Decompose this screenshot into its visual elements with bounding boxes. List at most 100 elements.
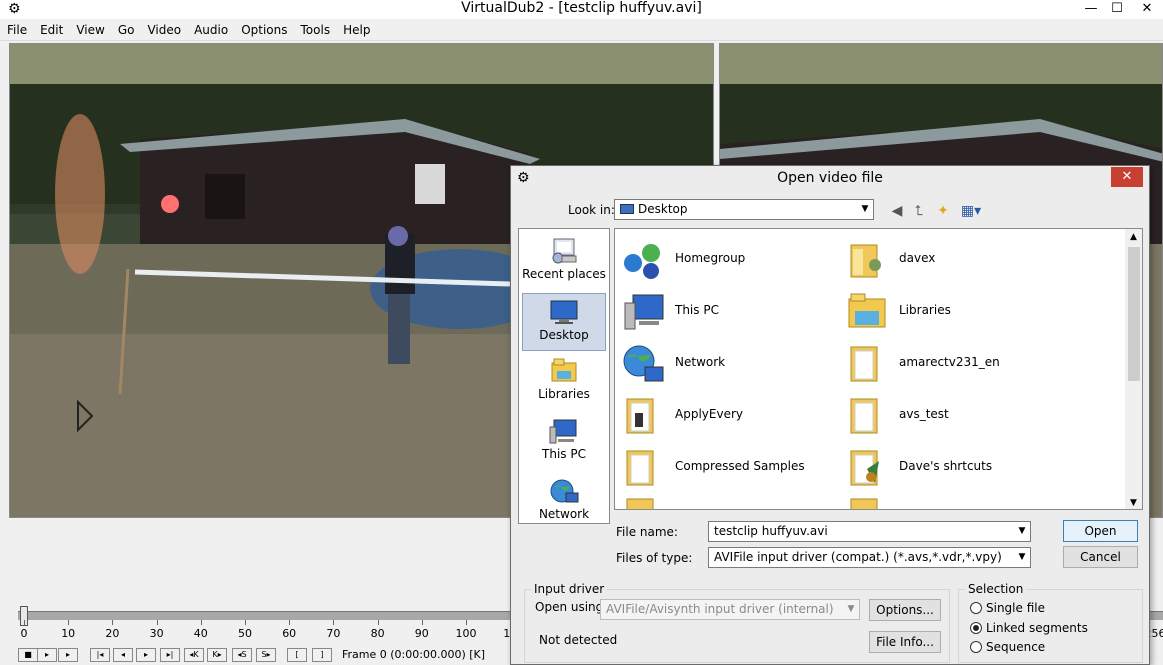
file-info-button[interactable]: File Info... <box>869 631 941 653</box>
place-recent-places[interactable]: Recent places <box>522 233 606 291</box>
place-libraries[interactable]: Libraries <box>522 353 606 411</box>
menu-options[interactable]: Options <box>234 20 293 37</box>
open-using-label: Open using: <box>535 600 607 614</box>
list-item-this-pc[interactable]: This PC <box>617 287 837 333</box>
file-name: Homegroup <box>675 251 745 265</box>
list-item-network[interactable]: Network <box>617 339 837 385</box>
list-item-davex[interactable]: davex <box>841 235 1061 281</box>
cancel-button[interactable]: Cancel <box>1063 546 1138 568</box>
open-button[interactable]: Open <box>1063 520 1138 542</box>
options-button[interactable]: Options... <box>869 599 941 621</box>
scroll-down-icon[interactable]: ▼ <box>1125 495 1142 510</box>
timeline-tick-label: 60 <box>282 627 296 640</box>
file-name: Network <box>675 355 725 369</box>
file-list[interactable]: Homegroup davex This PC Libraries Networ… <box>614 228 1143 510</box>
chevron-down-icon: ▼ <box>857 200 873 219</box>
radio-single-file[interactable]: Single file <box>970 601 1045 615</box>
list-item-libraries[interactable]: Libraries <box>841 287 1061 333</box>
open-using-select[interactable]: AVIFile/Avisynth input driver (internal)… <box>600 599 860 620</box>
place-network[interactable]: Network <box>522 473 606 531</box>
timeline-tick-label: 100 <box>456 627 477 640</box>
file-list-scrollbar[interactable]: ▲ ▼ <box>1125 229 1142 510</box>
file-name-value: testclip huffyuv.avi <box>714 524 828 538</box>
dialog-title: Open video file <box>777 170 883 186</box>
homegroup-icon <box>621 239 665 279</box>
place-label: Libraries <box>538 387 590 401</box>
minimize-button[interactable]: — <box>1078 0 1104 19</box>
input-driver-title: Input driver <box>531 582 607 596</box>
places-bar: Recent places Desktop Libraries This PC … <box>518 228 610 524</box>
radio-sequence[interactable]: Sequence <box>970 640 1045 654</box>
list-item-amarectv231-en[interactable]: amarectv231_en <box>841 339 1061 385</box>
list-item-applyevery[interactable]: ApplyEvery <box>617 391 837 437</box>
timeline-tick-label: 90 <box>415 627 429 640</box>
timeline-tick-mark <box>68 620 69 625</box>
look-in-value: Desktop <box>638 202 688 216</box>
list-item-compressed-samples[interactable]: Compressed Samples <box>617 443 837 489</box>
close-button[interactable]: ✕ <box>1134 0 1160 19</box>
network-icon <box>621 343 665 383</box>
menu-help[interactable]: Help <box>336 20 376 37</box>
files-of-type-select[interactable]: AVIFile input driver (compat.) (*.avs,*.… <box>708 547 1031 568</box>
timeline-tick-mark <box>245 620 246 625</box>
folder-icon <box>621 497 665 510</box>
menu-edit[interactable]: Edit <box>33 20 69 37</box>
dialog-close-button[interactable]: ✕ <box>1111 167 1143 187</box>
menu-file[interactable]: File <box>0 20 33 37</box>
timeline-tick-label: 80 <box>371 627 385 640</box>
window-title: VirtualDub2 - [testclip huffyuv.avi] <box>461 0 702 16</box>
list-item-daves-shrtcuts[interactable]: Dave's shrtcuts <box>841 443 1061 489</box>
files-of-type-value: AVIFile input driver (compat.) (*.avs,*.… <box>714 550 1002 564</box>
new-folder-icon[interactable]: ✦ <box>933 202 953 220</box>
files-of-type-label: Files of type: <box>616 551 692 565</box>
title-bar: ⚙ VirtualDub2 - [testclip huffyuv.avi] —… <box>0 0 1163 19</box>
menu-go[interactable]: Go <box>111 20 141 37</box>
back-icon[interactable]: ◀ <box>887 202 907 220</box>
file-name: davex <box>899 251 935 265</box>
place-label: This PC <box>542 447 586 461</box>
list-item-avs-test[interactable]: avs_test <box>841 391 1061 437</box>
file-name-input[interactable]: testclip huffyuv.avi ▼ <box>708 521 1031 542</box>
scrollbar-thumb[interactable] <box>1128 247 1140 381</box>
up-folder-icon[interactable]: ⮤ <box>909 202 929 220</box>
timeline-tick-label: 10 <box>61 627 75 640</box>
menu-video[interactable]: Video <box>140 20 187 37</box>
timeline-tick-label: 20 <box>105 627 119 640</box>
menu-view[interactable]: View <box>69 20 110 37</box>
scroll-up-icon[interactable]: ▲ <box>1125 229 1142 245</box>
look-in-combo[interactable]: Desktop ▼ <box>614 199 874 220</box>
chevron-down-icon[interactable]: ▼ <box>1014 522 1030 541</box>
folder-icon <box>845 447 889 487</box>
gear-icon[interactable]: ⚙ <box>8 1 21 17</box>
list-item-homegroup[interactable]: Homegroup <box>617 235 837 281</box>
radio-linked-segments[interactable]: Linked segments <box>970 621 1088 635</box>
user-folder-icon <box>845 239 889 279</box>
menu-bar: FileEditViewGoVideoAudioOptionsToolsHelp <box>0 20 1163 41</box>
timeline-tick-mark <box>157 620 158 625</box>
list-item-partial <box>841 493 901 510</box>
menu-tools[interactable]: Tools <box>294 20 337 37</box>
maximize-button[interactable]: ☐ <box>1104 0 1130 19</box>
file-name: ApplyEvery <box>675 407 743 421</box>
desktop-icon <box>548 298 580 326</box>
open-using-value: AVIFile/Avisynth input driver (internal) <box>606 602 834 616</box>
timeline-tick-mark <box>24 620 25 625</box>
desktop-icon <box>620 204 634 214</box>
menu-audio[interactable]: Audio <box>187 20 234 37</box>
frame-position-label: Frame 0 (0:00:00.000) [K] <box>342 648 485 661</box>
timeline-tick-mark <box>422 620 423 625</box>
file-name: avs_test <box>899 407 949 421</box>
file-name: Libraries <box>899 303 951 317</box>
main-window: ⚙ VirtualDub2 - [testclip huffyuv.avi] —… <box>0 0 1163 660</box>
network-icon <box>548 477 580 505</box>
timeline-tick-mark <box>378 620 379 625</box>
file-name-label: File name: <box>616 525 678 539</box>
timeline-tick-mark <box>289 620 290 625</box>
folder-icon <box>845 343 889 383</box>
place-desktop[interactable]: Desktop <box>522 293 606 351</box>
timeline-tick-label: 50 <box>238 627 252 640</box>
timeline-tick-label: 40 <box>194 627 208 640</box>
place-this-pc[interactable]: This PC <box>522 413 606 471</box>
libraries-icon <box>845 291 889 331</box>
view-menu-icon[interactable]: ▦▾ <box>958 202 984 220</box>
